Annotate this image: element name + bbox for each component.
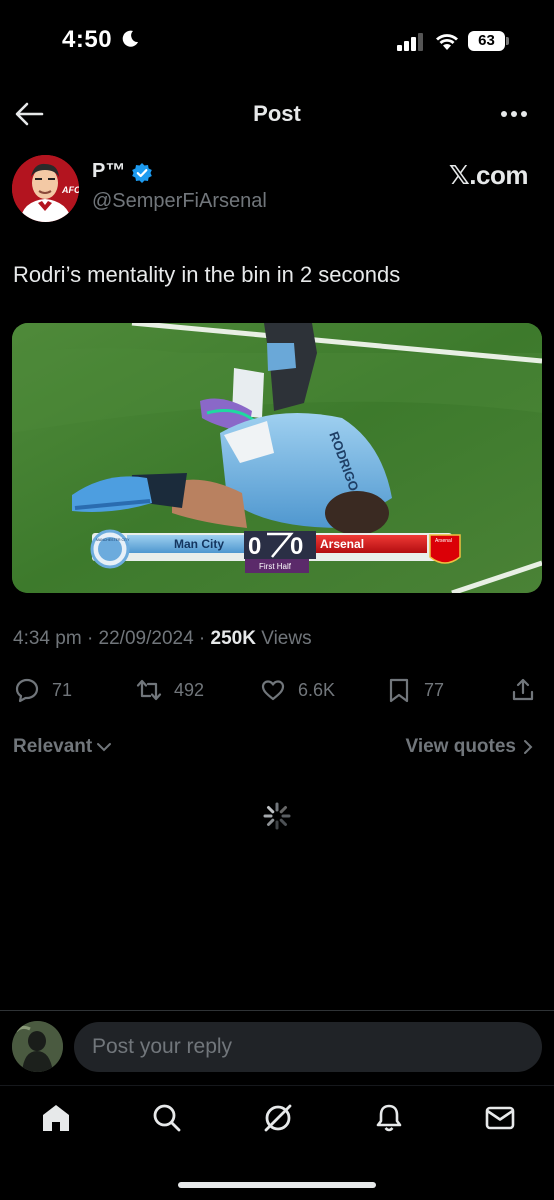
author-handle[interactable]: @SemperFiArsenal <box>92 190 267 213</box>
author-avatar[interactable]: AFC <box>12 155 79 222</box>
match-still-image: RODRIGO Man City Arsenal 0 0 First Half … <box>12 323 542 593</box>
views-label: Views <box>261 628 312 649</box>
views-count[interactable]: 250K <box>211 628 256 649</box>
view-quotes-link[interactable]: View quotes <box>405 736 536 758</box>
post-date: 22/09/2024 <box>98 628 194 649</box>
share-button[interactable] <box>510 672 548 708</box>
avatar-illustration: AFC <box>12 155 79 222</box>
like-icon <box>261 680 285 701</box>
more-icon[interactable] <box>500 110 528 118</box>
search-icon[interactable] <box>151 1102 183 1134</box>
bookmark-button[interactable]: 77 <box>386 672 444 708</box>
messages-icon[interactable] <box>484 1102 516 1134</box>
display-name[interactable]: P™ <box>92 160 125 183</box>
action-bar: 71 492 6.6K 77 <box>0 672 554 708</box>
match-period: First Half <box>259 562 292 571</box>
post-text: Rodri’s mentality in the bin in 2 second… <box>13 262 401 287</box>
away-score: 0 <box>290 533 303 560</box>
spinner-icon <box>263 802 291 830</box>
battery-indicator: 63 <box>468 31 510 51</box>
x-watermark: 𝕏.com <box>448 160 529 190</box>
page-title: Post <box>253 101 301 126</box>
home-indicator <box>178 1182 376 1188</box>
home-score: 0 <box>248 533 261 560</box>
chevron-right-icon <box>524 740 533 754</box>
post-media[interactable]: RODRIGO Man City Arsenal 0 0 First Half … <box>12 323 542 593</box>
post-header: Post <box>0 80 554 146</box>
status-time: 4:50 <box>62 26 113 53</box>
verified-icon <box>132 163 152 183</box>
reply-divider <box>0 1010 554 1011</box>
cellular-signal-icon <box>397 33 423 51</box>
notifications-icon[interactable] <box>373 1102 405 1134</box>
post-time: 4:34 pm <box>13 628 82 649</box>
reply-icon <box>15 678 39 703</box>
replies-sort-row: Relevant View quotes <box>0 736 554 764</box>
repost-button[interactable]: 492 <box>136 672 204 708</box>
user-avatar-image <box>12 1021 63 1072</box>
reply-button[interactable]: 71 <box>14 672 72 708</box>
svg-text:AFC: AFC <box>61 185 79 195</box>
home-badge-text: MANCHESTER CITY <box>96 538 130 542</box>
meta-separator: · <box>198 628 206 649</box>
post-meta: 4:34 pm · 22/09/2024 · 250K Views <box>13 628 312 650</box>
user-avatar[interactable] <box>12 1021 63 1072</box>
meta-separator: · <box>86 628 94 649</box>
reply-input[interactable] <box>74 1022 542 1072</box>
moon-icon <box>122 30 138 47</box>
battery-level: 63 <box>468 31 505 51</box>
share-icon <box>512 678 534 701</box>
relevant-label: Relevant <box>13 736 93 757</box>
chevron-down-icon <box>97 743 112 752</box>
home-icon[interactable] <box>40 1102 72 1134</box>
away-badge-text: Arsenal <box>435 538 452 544</box>
grok-icon[interactable] <box>262 1102 294 1134</box>
like-button[interactable]: 6.6K <box>260 672 335 708</box>
relevant-sort-button[interactable]: Relevant <box>13 736 112 758</box>
reply-count: 71 <box>52 679 73 700</box>
home-team: Man City <box>174 537 224 551</box>
battery-tip <box>506 37 509 45</box>
bookmark-icon <box>389 678 409 703</box>
status-bar: 4:50 63 <box>0 0 554 80</box>
bookmark-count: 77 <box>424 679 445 700</box>
like-count: 6.6K <box>298 679 336 700</box>
view-quotes-label: View quotes <box>405 736 516 757</box>
away-team: Arsenal <box>320 537 364 551</box>
repost-icon <box>136 679 162 701</box>
repost-count: 492 <box>174 679 205 700</box>
wifi-icon <box>436 34 458 50</box>
